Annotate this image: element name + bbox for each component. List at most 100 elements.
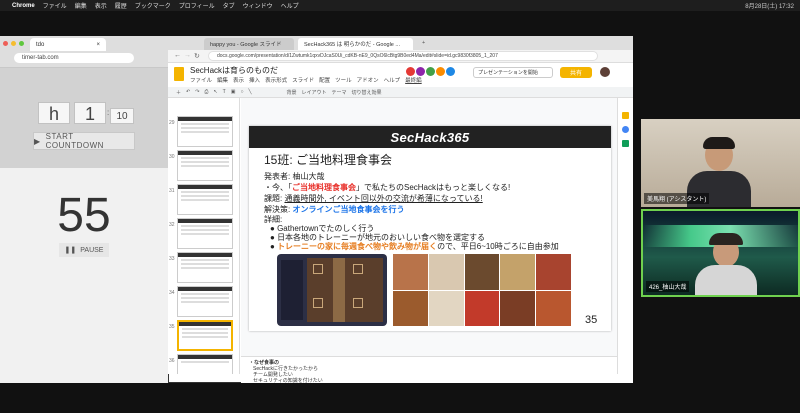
cursor-icon[interactable]: ↖ bbox=[213, 89, 217, 95]
participant-body bbox=[695, 265, 757, 295]
menu-tab[interactable]: タブ bbox=[223, 1, 235, 10]
thumb-number: 36 bbox=[169, 358, 175, 364]
play-icon: ▶ bbox=[34, 136, 41, 146]
slide-thumbnail[interactable] bbox=[177, 354, 233, 374]
menu-edit[interactable]: 編集 bbox=[75, 1, 87, 10]
textbox-icon[interactable]: T bbox=[223, 89, 226, 95]
menu-history[interactable]: 履歴 bbox=[115, 1, 127, 10]
gathertown-table bbox=[353, 264, 363, 274]
food-photo bbox=[428, 290, 464, 326]
food-photo bbox=[428, 254, 464, 290]
slides-menu-help[interactable]: ヘルプ bbox=[384, 76, 401, 84]
avatar[interactable] bbox=[406, 67, 415, 76]
menu-window[interactable]: ウィンドウ bbox=[243, 1, 273, 10]
slide-thumbnail[interactable] bbox=[177, 286, 233, 317]
thumb-number: 31 bbox=[169, 188, 175, 194]
hours-field[interactable]: h bbox=[38, 102, 70, 124]
timer-url-bar[interactable]: timer-tab.com bbox=[14, 53, 134, 63]
toolbar-layout[interactable]: レイアウト bbox=[302, 89, 327, 96]
slides-menu-slide[interactable]: スライド bbox=[292, 76, 314, 84]
problem-label: 課題: bbox=[264, 194, 285, 203]
close-tab-icon[interactable]: × bbox=[96, 42, 100, 48]
slides-logo-icon[interactable] bbox=[174, 67, 184, 81]
undo-icon[interactable]: ↶ bbox=[186, 89, 190, 95]
slide-thumbnail[interactable] bbox=[177, 252, 233, 283]
thumb-number: 35 bbox=[169, 324, 175, 330]
present-button[interactable]: プレゼンテーションを開始 bbox=[473, 67, 553, 78]
slides-menu-arrange[interactable]: 配置 bbox=[319, 76, 330, 84]
macos-menubar: Chrome ファイル 編集 表示 履歴 ブックマーク プロフィール タブ ウィ… bbox=[0, 0, 800, 11]
timer-tab[interactable]: tdo × bbox=[30, 38, 106, 51]
browser-tab-happy[interactable]: happy you - Google スライド bbox=[204, 38, 294, 50]
back-icon[interactable]: ← bbox=[174, 52, 181, 59]
tasks-icon[interactable] bbox=[622, 126, 629, 133]
slides-menu-edit[interactable]: 編集 bbox=[217, 76, 228, 84]
gathertown-table bbox=[313, 298, 323, 308]
print-icon[interactable]: ⎙ bbox=[204, 89, 208, 95]
toolbar-transition[interactable]: 切り替え効果 bbox=[352, 89, 382, 96]
countdown-display: 55 bbox=[57, 189, 111, 242]
gathertown-sidebar bbox=[281, 260, 303, 320]
menu-profile[interactable]: プロフィール bbox=[179, 1, 215, 10]
slide-thumbnail[interactable] bbox=[177, 150, 233, 181]
pause-button[interactable]: ❚❚ PAUSE bbox=[59, 243, 109, 257]
slides-menu-addons[interactable]: アドオン bbox=[357, 76, 379, 84]
maximize-window-icon[interactable] bbox=[19, 41, 24, 46]
browser-tab-sechack[interactable]: SecHack365 は 明らかのだ - Google ... bbox=[298, 38, 413, 50]
slide-thumbnail[interactable] bbox=[177, 218, 233, 249]
avatar[interactable] bbox=[436, 67, 445, 76]
slide-thumbnail[interactable] bbox=[177, 184, 233, 215]
forward-icon[interactable]: → bbox=[184, 52, 191, 59]
thumb-number: 32 bbox=[169, 222, 175, 228]
slide-thumbnail[interactable] bbox=[177, 116, 233, 147]
slides-menu-format[interactable]: 表示形式 bbox=[265, 76, 287, 84]
slides-menu-view[interactable]: 表示 bbox=[233, 76, 244, 84]
minimize-window-icon[interactable] bbox=[11, 41, 16, 46]
line-icon[interactable]: ╲ bbox=[248, 89, 251, 95]
slides-menu-file[interactable]: ファイル bbox=[190, 76, 212, 84]
close-window-icon[interactable] bbox=[3, 41, 8, 46]
avatar[interactable] bbox=[416, 67, 425, 76]
share-button[interactable]: 共有 bbox=[560, 67, 592, 78]
menu-help[interactable]: ヘルプ bbox=[281, 1, 299, 10]
keep-icon[interactable] bbox=[622, 112, 629, 119]
avatar[interactable] bbox=[426, 67, 435, 76]
avatar[interactable] bbox=[446, 67, 455, 76]
toolbar-theme[interactable]: テーマ bbox=[332, 89, 347, 96]
timer-url-text: timer-tab.com bbox=[22, 55, 59, 61]
add-slide-icon[interactable]: ＋ bbox=[176, 89, 181, 96]
shape-icon[interactable]: ○ bbox=[240, 89, 243, 95]
slides-menu-tools[interactable]: ツール bbox=[335, 76, 352, 84]
menu-view[interactable]: 表示 bbox=[95, 1, 107, 10]
slide-title: 15班: ご当地料理食事会 bbox=[264, 153, 393, 167]
redo-icon[interactable]: ↷ bbox=[195, 89, 199, 95]
slides-menu-last-edit[interactable]: 最終編 bbox=[405, 76, 422, 84]
main-url-bar[interactable]: docs.google.com/presentation/d/1Zwtumk1q… bbox=[208, 51, 598, 61]
slides-menu-insert[interactable]: 挿入 bbox=[249, 76, 260, 84]
solution-text: オンラインご当地食事会を行う bbox=[292, 205, 405, 214]
slides-toolbar: ＋ ↶ ↷ ⎙ ↖ T ▣ ○ ╲ 背景 レイアウト テーマ 切り替え効果 bbox=[168, 87, 633, 98]
slide-thumbnail-selected[interactable] bbox=[177, 320, 233, 351]
slide-filmstrip: 29 30 31 32 33 34 35 36 bbox=[168, 98, 240, 374]
seconds-field[interactable]: 10 bbox=[110, 108, 134, 124]
participant-name-label: 426_柚山大哉 bbox=[646, 281, 690, 292]
speaker-notes[interactable]: ・なぜ食事の SecHackに行きたかったから チーム開発したい セキュリティの… bbox=[241, 356, 633, 384]
menu-bookmarks[interactable]: ブックマーク bbox=[135, 1, 171, 10]
toolbar-background[interactable]: 背景 bbox=[286, 89, 296, 96]
datetime[interactable]: 8月28日(土) 17:32 bbox=[745, 1, 794, 10]
browser-tab-sechack-title: SecHack365 は 明らかのだ - Google ... bbox=[304, 42, 400, 48]
calendar-icon[interactable] bbox=[622, 140, 629, 147]
pause-label: PAUSE bbox=[80, 246, 104, 254]
food-photo bbox=[536, 290, 571, 326]
reload-icon[interactable]: ↻ bbox=[194, 52, 200, 60]
image-icon[interactable]: ▣ bbox=[231, 89, 236, 95]
minutes-value: 1 bbox=[84, 104, 95, 124]
user-avatar[interactable] bbox=[600, 67, 610, 77]
new-tab-icon[interactable]: + bbox=[416, 38, 428, 50]
minutes-field[interactable]: 1 bbox=[74, 102, 106, 124]
start-countdown-button[interactable]: ▶ START COUNTDOWN bbox=[33, 132, 135, 150]
doc-title[interactable]: SecHackは育らのものだ bbox=[190, 65, 278, 76]
menu-app-name[interactable]: Chrome bbox=[12, 3, 35, 9]
present-label: プレゼンテーションを開始 bbox=[478, 70, 538, 76]
menu-file[interactable]: ファイル bbox=[43, 1, 67, 10]
